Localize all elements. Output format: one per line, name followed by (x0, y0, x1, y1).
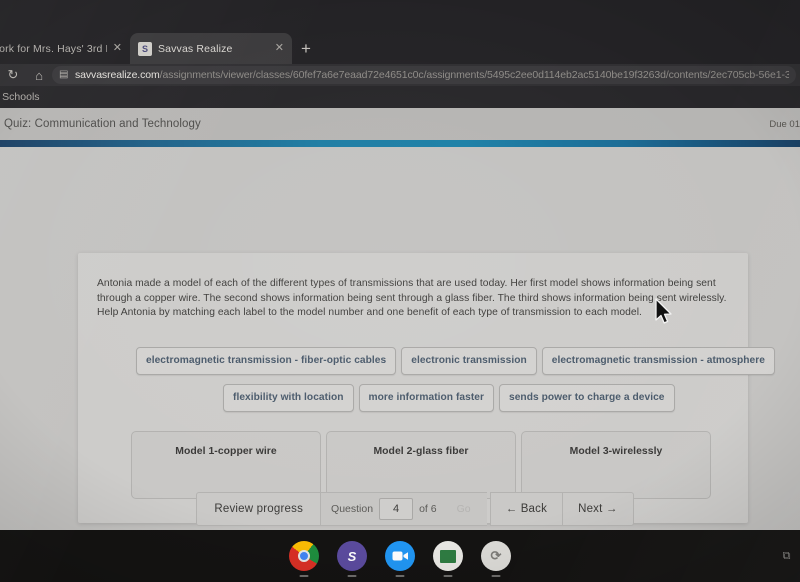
review-progress-button[interactable]: Review progress (196, 491, 322, 526)
system-tray: ⧉ (779, 549, 794, 564)
draggable-labels-row-2: flexibility with location more informati… (223, 384, 675, 412)
browser-toolbar: ↻ ⌂ ▤ savvasrealize.com/assignments/view… (0, 64, 800, 86)
screen-photo: swork for Mrs. Hays' 3rd Pe ✕ S Savvas R… (0, 0, 800, 582)
tab-title: Savvas Realize (158, 42, 233, 55)
address-bar[interactable]: ▤ savvasrealize.com/assignments/viewer/c… (52, 66, 796, 84)
question-total-label: of 6 (419, 502, 437, 515)
new-tab-button[interactable]: + (297, 40, 315, 58)
shelf-zoom-video-icon[interactable] (385, 541, 415, 571)
shelf-chrome-icon[interactable] (289, 541, 319, 571)
draggable-chip[interactable]: electronic transmission (401, 347, 537, 375)
draggable-chip[interactable]: flexibility with location (223, 384, 354, 412)
draggable-chip[interactable]: more information faster (358, 384, 494, 412)
video-camera-icon (392, 551, 408, 561)
os-shelf: S ⟳ ⧉ (0, 530, 800, 582)
shelf-google-classroom-icon[interactable] (433, 541, 463, 571)
savvas-favicon-icon: S (138, 41, 152, 56)
question-label: Question (331, 502, 374, 515)
bookmarks-bar: s Schools (0, 86, 800, 108)
next-button[interactable]: Next → (563, 491, 634, 526)
shelf-generic-app-icon[interactable]: ⟳ (481, 541, 511, 571)
draggable-chip[interactable]: sends power to charge a device (499, 384, 675, 412)
close-icon[interactable]: ✕ (275, 43, 284, 54)
close-icon[interactable]: ✕ (113, 43, 122, 54)
nav-button-group: Review progress Question 4 of 6 Go ← Bac… (196, 491, 634, 526)
reload-icon[interactable]: ↻ (0, 64, 26, 86)
chrome-center (298, 550, 310, 562)
url-text: savvasrealize.com/assignments/viewer/cla… (75, 69, 789, 81)
web-page: Quiz: Communication and Technology Due 0… (0, 108, 800, 530)
url-host: savvasrealize.com (75, 69, 160, 81)
site-info-icon[interactable]: ▤ (59, 70, 69, 80)
browser-tab-active[interactable]: S Savvas Realize ✕ (130, 33, 292, 64)
question-card: Antonia made a model of each of the diff… (78, 253, 775, 523)
url-path: /assignments/viewer/classes/60fef7a6e7ea… (159, 69, 789, 81)
shelf-savvas-realize-icon[interactable]: S (337, 541, 367, 571)
quiz-due-date: Due 01 (769, 118, 800, 130)
browser-tab-inactive[interactable]: swork for Mrs. Hays' 3rd Pe ✕ (0, 33, 130, 64)
tab-strip: swork for Mrs. Hays' 3rd Pe ✕ S Savvas R… (0, 0, 800, 64)
question-jump-group: Question 4 of 6 Go (321, 491, 487, 526)
go-button[interactable]: Go (443, 503, 481, 515)
draggable-chip[interactable]: electromagnetic transmission - fiber-opt… (136, 347, 397, 375)
screenshot-icon[interactable]: ⧉ (779, 549, 794, 564)
quiz-navigation-bar: Review progress Question 4 of 6 Go ← Bac… (0, 487, 800, 530)
draggable-labels-row-1: electromagnetic transmission - fiber-opt… (136, 347, 775, 375)
progress-accent-bar (0, 140, 800, 147)
home-icon[interactable]: ⌂ (26, 64, 52, 86)
question-number-input[interactable]: 4 (379, 497, 414, 520)
tab-title: swork for Mrs. Hays' 3rd Pe (0, 42, 107, 55)
draggable-chip[interactable]: electromagnetic transmission - atmospher… (541, 347, 775, 375)
bookmark-item[interactable]: s Schools (0, 91, 40, 103)
quiz-title: Quiz: Communication and Technology (4, 118, 201, 130)
quiz-header-bar: Quiz: Communication and Technology Due 0… (0, 108, 800, 140)
browser-chrome: swork for Mrs. Hays' 3rd Pe ✕ S Savvas R… (0, 0, 800, 108)
question-text: Antonia made a model of each of the diff… (97, 278, 727, 318)
back-button[interactable]: ← Back (489, 491, 564, 526)
classroom-board (440, 549, 456, 563)
